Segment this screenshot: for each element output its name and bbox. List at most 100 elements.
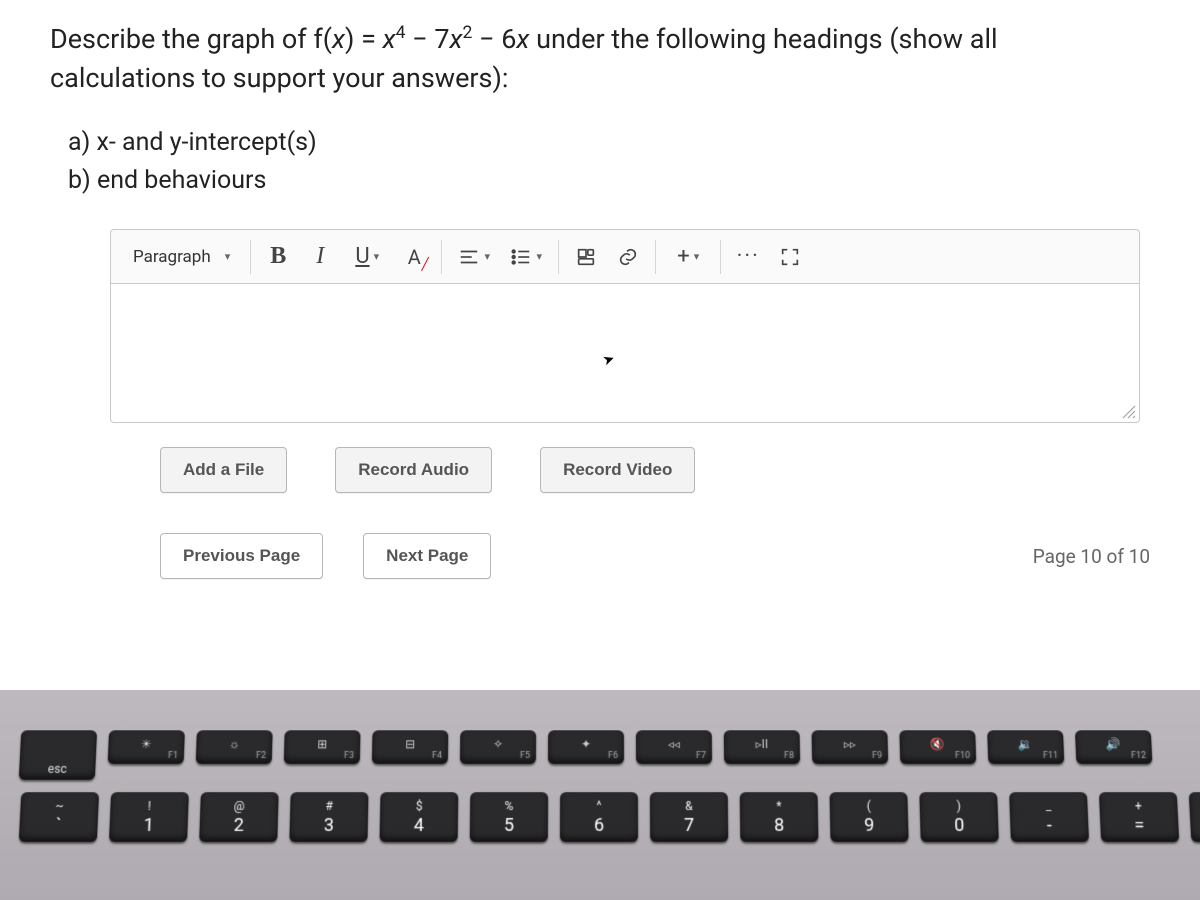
resize-icon [1121, 404, 1137, 420]
key-7: &7 [650, 792, 728, 842]
key-backtick: ~` [19, 792, 99, 842]
key-icon: 🔉 [1018, 737, 1033, 751]
question-part-a: a) x- and y-intercept(s) [68, 124, 1160, 162]
question-part-b: b) end behaviours [68, 162, 1160, 200]
physical-keyboard: esc☀F1☼F2⊞F3⊟F4✧F5✦F6◃◃F7▹IIF8▹▹F9🔇F10🔉F… [0, 690, 1200, 900]
key-f7: ◃◃F7 [636, 730, 712, 764]
key-label: F8 [784, 751, 794, 761]
key-label: F11 [1043, 751, 1058, 761]
separator [655, 240, 656, 274]
resize-handle[interactable] [1121, 404, 1137, 420]
paragraph-style-select[interactable]: Paragraph ▾ [119, 230, 244, 283]
key-9: (9 [830, 792, 909, 842]
bold-button[interactable]: B [257, 237, 299, 277]
insert-plus-button[interactable]: + ▾ [662, 237, 714, 277]
key-icon: 🔊 [1106, 737, 1122, 751]
key-symbol: - [1046, 815, 1052, 836]
key--: _- [1009, 792, 1089, 842]
record-audio-button[interactable]: Record Audio [335, 447, 492, 493]
attachment-row: Add a File Record Audio Record Video [160, 447, 1160, 493]
key-label: F10 [955, 751, 970, 761]
key-symbol: 5 [504, 815, 514, 836]
key-f5: ✧ F5 [460, 730, 536, 764]
insert-link-button[interactable] [607, 237, 649, 277]
add-file-button[interactable]: Add a File [160, 447, 287, 493]
bullet-list-icon [510, 246, 532, 268]
align-button[interactable]: ▾ [448, 237, 500, 277]
key-shift-symbol: % [505, 799, 514, 813]
next-page-button[interactable]: Next Page [363, 533, 491, 579]
key-label: F9 [872, 751, 882, 761]
key-symbol: 7 [684, 815, 694, 836]
key-symbol: 2 [233, 815, 244, 836]
key-5: %5 [470, 792, 548, 842]
question-line-2: calculations to support your answers): [50, 62, 508, 94]
previous-page-button[interactable]: Previous Page [160, 533, 323, 579]
chevron-down-icon: ▾ [536, 250, 542, 263]
key-f6: ✦F6 [548, 730, 624, 764]
key-2: @2 [199, 792, 279, 842]
key-shift-symbol: @ [234, 799, 245, 813]
key-label: F1 [168, 751, 178, 761]
key-shift-symbol: _ [1046, 799, 1052, 813]
key-symbol: 8 [774, 815, 784, 836]
underline-button[interactable]: U ▾ [341, 237, 393, 277]
key-icon: ▹II [755, 737, 768, 751]
key-shift-symbol: ) [956, 799, 961, 813]
key-label: F4 [432, 751, 442, 761]
rich-text-editor: Paragraph ▾ B I U ▾ A╱ ▾ ▾ [110, 229, 1140, 423]
key-icon: ☀ [141, 737, 152, 751]
chevron-down-icon: ▾ [225, 250, 231, 263]
separator [250, 240, 251, 274]
separator [441, 240, 442, 274]
key-shift-symbol: & [685, 799, 693, 813]
key-=: += [1099, 792, 1179, 842]
screen-glare [1050, 570, 1200, 690]
separator [720, 240, 721, 274]
text-color-button[interactable]: A╱ [393, 237, 435, 277]
key-f3: ⊞ F3 [284, 730, 361, 764]
editor-textarea[interactable]: ➤ [110, 283, 1140, 423]
key-f9: ▹▹F9 [812, 730, 889, 764]
key-symbol: 6 [594, 815, 604, 836]
key-f11: 🔉 F11 [987, 730, 1064, 764]
fullscreen-icon [779, 246, 801, 268]
chevron-down-icon: ▾ [374, 250, 380, 263]
editor-toolbar: Paragraph ▾ B I U ▾ A╱ ▾ ▾ [110, 229, 1140, 283]
key-4: $4 [380, 792, 459, 842]
key-shift-symbol: # [325, 799, 333, 813]
navigation-row: Previous Page Next Page Page 10 of 10 [160, 533, 1160, 579]
more-button[interactable]: ··· [727, 237, 769, 277]
fullscreen-button[interactable] [769, 237, 811, 277]
italic-button[interactable]: I [299, 237, 341, 277]
key-icon: ⊞ [317, 737, 327, 751]
link-icon [617, 246, 639, 268]
key-6: ^6 [560, 792, 638, 842]
key-symbol: 4 [414, 815, 424, 836]
key-icon: ✧ [493, 737, 503, 751]
insert-media-button[interactable] [565, 237, 607, 277]
key-f12: 🔊F12 [1075, 730, 1152, 764]
key-delete: delete [1189, 792, 1200, 842]
key-shift-symbol: ! [148, 799, 152, 813]
list-button[interactable]: ▾ [500, 237, 552, 277]
key-3: #3 [289, 792, 368, 842]
key-f10: 🔇F10 [899, 730, 976, 764]
key-f1: ☀ F1 [108, 730, 185, 764]
chevron-down-icon: ▾ [694, 250, 700, 263]
page-indicator: Page 10 of 10 [1033, 545, 1150, 568]
question-text: Describe the graph of f(x) = x4 − 7x2 − … [50, 20, 1160, 98]
key-shift-symbol: $ [416, 799, 423, 813]
key-label: F7 [696, 751, 706, 761]
key-symbol: 3 [323, 815, 334, 836]
record-video-button[interactable]: Record Video [540, 447, 695, 493]
chevron-down-icon: ▾ [484, 250, 490, 263]
key-label: F3 [344, 751, 354, 761]
page-content: Describe the graph of f(x) = x4 − 7x2 − … [0, 0, 1200, 690]
key-8: *8 [740, 792, 819, 842]
key-symbol: = [1134, 815, 1145, 836]
plus-label: + [677, 244, 689, 269]
key-label: F5 [520, 751, 530, 761]
align-left-icon [458, 246, 480, 268]
mouse-cursor: ➤ [601, 351, 617, 370]
